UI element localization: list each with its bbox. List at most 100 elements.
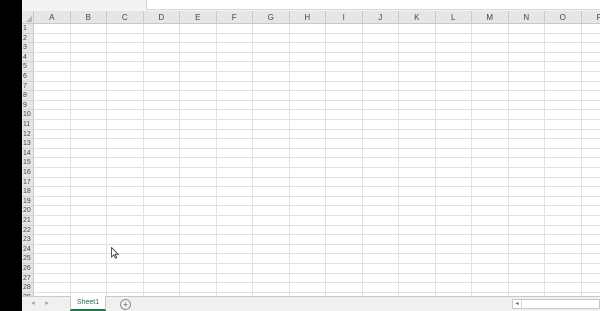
chevron-left-icon[interactable]: ◂ — [513, 300, 522, 308]
column-header-b[interactable]: B — [70, 11, 107, 24]
column-header-h[interactable]: H — [289, 11, 326, 24]
row-header-23[interactable]: 23 — [22, 235, 34, 245]
row-header-21[interactable]: 21 — [22, 216, 34, 226]
grid-row-line — [34, 99, 600, 101]
grid-column-line — [69, 24, 71, 296]
grid-row-line — [34, 234, 600, 236]
column-header-j[interactable]: J — [362, 11, 399, 24]
grid-row-line — [34, 109, 600, 111]
grid-column-line — [507, 24, 509, 296]
grid-row-line — [34, 119, 600, 120]
row-header-1[interactable]: 1 — [22, 24, 34, 34]
grid-row-line — [34, 157, 600, 159]
left-black-strip — [0, 0, 22, 311]
mouse-pointer-icon — [111, 247, 119, 259]
row-header-2[interactable]: 2 — [22, 33, 34, 44]
row-headers: 1 2 3 4 5 6 7 8 9 10 11 12 13 14 15 16 17 18 19 20 21 22 23 24 2… — [22, 24, 34, 296]
select-all-button[interactable] — [22, 11, 34, 24]
grid-column-line — [580, 24, 582, 296]
formula-input[interactable] — [146, 0, 600, 10]
column-header-e[interactable]: E — [180, 11, 217, 24]
row-header-22[interactable]: 22 — [22, 225, 34, 236]
grid-column-line — [142, 24, 144, 296]
column-header-d[interactable]: D — [143, 11, 180, 24]
grid-column-line — [252, 24, 253, 296]
grid-row-line — [34, 90, 600, 92]
row-header-18[interactable]: 18 — [22, 187, 34, 197]
row-header-24[interactable]: 24 — [22, 244, 34, 255]
grid-row-line — [34, 32, 600, 34]
column-header-m[interactable]: M — [472, 11, 509, 24]
grid-row-line — [34, 263, 600, 264]
grid-column-line — [288, 24, 290, 296]
row-header-19[interactable]: 19 — [22, 196, 34, 207]
grid-row-line — [34, 224, 600, 226]
grid-row-line — [34, 147, 600, 149]
column-header-i[interactable]: I — [326, 11, 363, 24]
grid-column-line — [361, 24, 363, 296]
spreadsheet-window: ABCDEFGHIJKLMNOP 1 2 3 4 5 6 7 8 9 10 11 12 13 14 15 16… — [0, 0, 600, 311]
scrollbar-thumb[interactable] — [523, 301, 599, 307]
row-header-4[interactable]: 4 — [22, 52, 34, 63]
column-header-a[interactable]: A — [34, 11, 71, 24]
plus-circle-icon[interactable]: + — [120, 299, 131, 310]
row-header-5[interactable]: 5 — [22, 62, 34, 72]
worksheet-grid: ABCDEFGHIJKLMNOP 1 2 3 4 5 6 7 8 9 10 11 12 13 14 15 16… — [22, 11, 600, 296]
grid-row-line — [34, 138, 600, 140]
row-header-12[interactable]: 12 — [22, 129, 34, 140]
row-header-15[interactable]: 15 — [22, 158, 34, 168]
grid-column-line — [398, 24, 399, 296]
grid-column-line — [471, 24, 472, 296]
grid-row-line — [34, 243, 600, 245]
row-header-25[interactable]: 25 — [22, 254, 34, 264]
grid-row-line — [34, 291, 600, 293]
grid-row-line — [34, 272, 600, 274]
grid-column-line — [544, 24, 545, 296]
row-header-10[interactable]: 10 — [22, 110, 34, 120]
grid-row-line — [34, 176, 600, 178]
grid-column-line — [325, 24, 326, 296]
column-header-p[interactable]: P — [581, 11, 600, 24]
next-sheet-button[interactable]: ▸ — [42, 299, 52, 309]
row-header-16[interactable]: 16 — [22, 168, 34, 178]
column-header-f[interactable]: F — [216, 11, 253, 24]
row-header-13[interactable]: 13 — [22, 139, 34, 149]
grid-row-line — [34, 51, 600, 53]
grid-row-line — [34, 128, 600, 130]
sheet-tab-sheet1[interactable]: Sheet1 — [70, 296, 106, 311]
grid-column-line — [106, 24, 107, 296]
row-header-28[interactable]: 28 — [22, 283, 34, 293]
grid-row-line — [34, 195, 600, 197]
column-header-n[interactable]: N — [508, 11, 545, 24]
grid-row-line — [34, 42, 600, 44]
row-header-9[interactable]: 9 — [22, 100, 34, 111]
grid-column-line — [434, 24, 436, 296]
horizontal-scrollbar[interactable]: ◂ — [512, 299, 600, 309]
grid-row-line — [34, 186, 600, 188]
row-header-14[interactable]: 14 — [22, 148, 34, 159]
column-headers: ABCDEFGHIJKLMNOP — [34, 11, 600, 24]
column-header-k[interactable]: K — [399, 11, 436, 24]
grid-row-line — [34, 80, 600, 82]
column-header-c[interactable]: C — [107, 11, 144, 24]
grid-row-line — [34, 167, 600, 168]
grid-row-line — [34, 205, 600, 207]
row-header-17[interactable]: 17 — [22, 177, 34, 188]
row-header-26[interactable]: 26 — [22, 264, 34, 274]
row-header-8[interactable]: 8 — [22, 91, 34, 101]
sheet-tab-bar: ◂ ▸ Sheet1 + ◂ — [22, 296, 600, 311]
row-header-20[interactable]: 20 — [22, 206, 34, 216]
grid-row-line — [34, 282, 600, 284]
row-header-27[interactable]: 27 — [22, 273, 34, 284]
grid-row-line — [34, 71, 600, 72]
column-header-o[interactable]: O — [545, 11, 582, 24]
column-header-l[interactable]: L — [435, 11, 472, 24]
row-header-11[interactable]: 11 — [22, 120, 34, 130]
row-header-3[interactable]: 3 — [22, 43, 34, 53]
grid-column-line — [215, 24, 217, 296]
grid-column-line — [179, 24, 180, 296]
column-header-g[interactable]: G — [253, 11, 290, 24]
prev-sheet-button[interactable]: ◂ — [28, 299, 38, 309]
row-header-6[interactable]: 6 — [22, 72, 34, 82]
row-header-7[interactable]: 7 — [22, 81, 34, 92]
